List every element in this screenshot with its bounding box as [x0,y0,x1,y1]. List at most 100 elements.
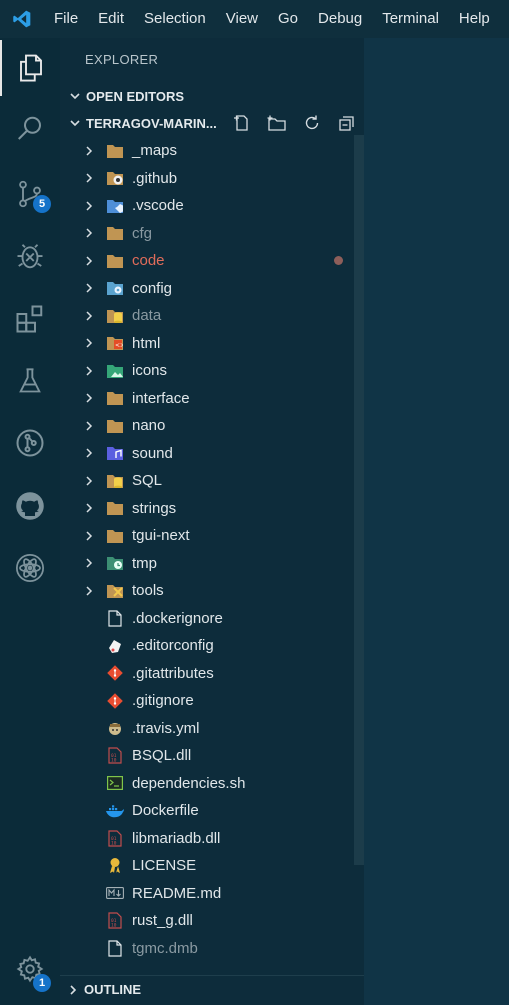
menu-selection[interactable]: Selection [134,0,216,38]
tree-item-label: .travis.yml [132,719,200,737]
tree-file-row[interactable]: Dockerfile [60,797,352,824]
atom-icon[interactable] [0,540,60,596]
scrollbar-thumb[interactable] [354,135,364,865]
file-icon [106,939,124,957]
tree-item-label: tgui-next [132,527,190,544]
tree-file-row[interactable]: .editorconfig [60,632,352,659]
tree-folder-row[interactable]: _maps [60,137,352,164]
explorer-icon[interactable] [0,40,60,96]
chevron-right-icon [84,227,98,239]
tree-folder-row[interactable]: tools [60,577,352,604]
tree-file-row[interactable]: 01 10 rust_g.dll [60,907,352,934]
tree-file-row[interactable]: 01 10 BSQL.dll [60,742,352,769]
test-flask-icon[interactable] [0,353,60,409]
file-icon [106,967,124,968]
modified-dot-icon [334,256,343,265]
chevron-right-icon [84,420,98,432]
tree-folder-row[interactable]: <> html [60,330,352,357]
terminal-file-icon [106,774,124,792]
menu-go[interactable]: Go [268,0,308,38]
source-control-icon[interactable]: 5 [0,166,60,222]
tree-file-row[interactable]: README.md [60,880,352,907]
tree-folder-row[interactable]: tgui-next [60,522,352,549]
tree-file-row[interactable]: LICENSE [60,852,352,879]
open-editors-header[interactable]: OPEN EDITORS [60,83,364,109]
chevron-right-icon [84,255,98,267]
refresh-icon[interactable] [301,112,323,134]
tree-file-row[interactable]: dependencies.sh [60,770,352,797]
folder-icon [106,142,124,160]
git-graph-icon[interactable] [0,415,60,471]
menu-file[interactable]: File [44,0,88,38]
chevron-right-icon [84,200,98,212]
tree-folder-row[interactable]: SQL [60,467,352,494]
new-folder-icon[interactable] [266,112,288,134]
extensions-icon[interactable] [0,291,60,347]
editor-area [364,38,509,1005]
chevron-down-icon [64,90,86,102]
binary-file-icon: 01 10 [106,829,124,847]
tree-item-label: .dockerignore [132,609,223,627]
svg-text:10: 10 [111,923,117,929]
license-icon [106,857,124,875]
tree-folder-row[interactable]: config [60,275,352,302]
settings-badge: 1 [33,974,51,992]
tree-folder-row[interactable]: interface [60,385,352,412]
debug-icon[interactable] [0,228,60,284]
tree-item-label: config [132,279,173,297]
menu-help[interactable]: Help [449,0,500,38]
docker-icon [106,802,124,820]
tree-folder-row[interactable]: cfg [60,220,352,247]
tree-item-label: sound [132,444,173,462]
menu-bar: File Edit Selection View Go Debug Termin… [0,0,509,38]
tree-folder-row[interactable]: nano [60,412,352,439]
database-folder-icon [106,307,124,325]
tree-file-row[interactable]: .gitattributes [60,660,352,687]
menu-terminal[interactable]: Terminal [372,0,449,38]
tree-item-label: data [132,307,162,324]
tree-folder-row[interactable]: strings [60,495,352,522]
chevron-right-icon [84,475,98,487]
tree-folder-row[interactable]: .github [60,165,352,192]
outline-header[interactable]: OUTLINE [60,975,364,1003]
tree-folder-row[interactable]: icons [60,357,352,384]
collapse-all-icon[interactable] [336,112,358,134]
chevron-right-icon [84,337,98,349]
settings-gear-icon[interactable]: 1 [0,941,60,997]
tree-item-label: icons [132,362,168,379]
tree-file-row[interactable]: 01 10 libmariadb.dll [60,825,352,852]
tree-file-row[interactable]: tgmc.dmb [60,935,352,962]
new-file-icon[interactable] [231,112,253,134]
folder-icon [106,389,124,407]
chevron-right-icon [84,530,98,542]
tree-item-label: .gitattributes [132,664,214,682]
chevron-right-icon [84,557,98,569]
tree-folder-row[interactable]: .vscode [60,192,352,219]
editorconfig-icon [106,637,124,655]
tree-folder-row[interactable]: sound [60,440,352,467]
activity-bar: 5 1 [0,38,60,1005]
tree-file-row[interactable]: .dockerignore [60,605,352,632]
tree-folder-row[interactable]: data [60,302,352,329]
config-folder-icon [106,279,124,297]
git-icon [106,692,124,710]
tree-file-row[interactable]: tgmc.dme [60,962,352,967]
menu-view[interactable]: View [216,0,268,38]
menu-debug[interactable]: Debug [308,0,372,38]
tree-folder-row[interactable]: tmp [60,550,352,577]
travis-icon [106,719,124,737]
svg-text:<>: <> [115,342,123,349]
chevron-right-icon [84,282,98,294]
github-icon[interactable] [0,478,60,534]
tree-file-row[interactable]: .gitignore [60,687,352,714]
outline-label: OUTLINE [84,982,142,997]
chevron-right-icon [84,310,98,322]
menu-edit[interactable]: Edit [88,0,134,38]
tree-item-label: nano [132,417,166,434]
explorer-sidebar: EXPLORER OPEN EDITORS TERRAGOV-MARIN... [60,38,364,1005]
tree-file-row[interactable]: .travis.yml [60,715,352,742]
project-header[interactable]: TERRAGOV-MARIN... [60,110,364,136]
explorer-actions [231,112,358,134]
search-icon[interactable] [0,101,60,157]
tree-folder-row[interactable]: code [60,247,352,274]
